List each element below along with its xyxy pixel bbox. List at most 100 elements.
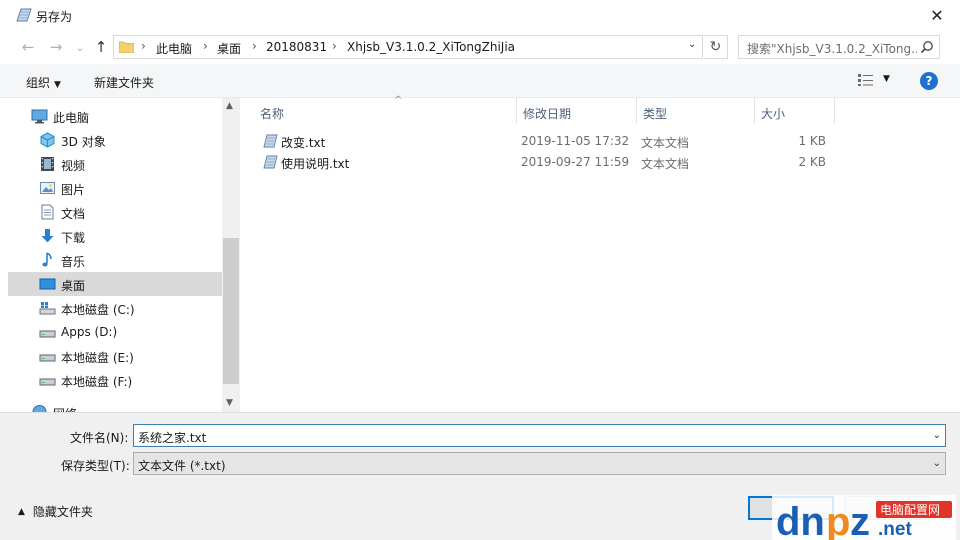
video-icon xyxy=(41,157,54,171)
filename-input[interactable]: 系统之家.txt ⌄ xyxy=(133,424,946,447)
file-date: 2019-11-05 17:32 xyxy=(521,134,630,148)
column-date-label: 修改日期 xyxy=(523,107,572,121)
sidebar-item-network[interactable]: 网络 xyxy=(8,400,222,412)
text-file-icon xyxy=(263,134,278,148)
sidebar-item-label: 文档 xyxy=(61,207,86,221)
filetype-label: 保存类型(T): xyxy=(61,459,130,473)
breadcrumb-separator: › xyxy=(141,39,146,53)
filename-value[interactable]: 系统之家.txt xyxy=(138,429,206,446)
sidebar-item-desktop[interactable]: 桌面 xyxy=(8,272,222,296)
scrollbar-thumb[interactable] xyxy=(223,238,239,384)
file-size: 2 KB xyxy=(798,155,826,169)
dialog-title: 另存为 xyxy=(36,10,73,24)
breadcrumb-item[interactable]: 20180831 xyxy=(266,40,327,54)
sidebar-item-downloads[interactable]: 下载 xyxy=(8,224,222,248)
address-bar[interactable]: › 此电脑 › 桌面 › 20180831 › Xhjsb_V3.1.0.2_X… xyxy=(113,35,703,59)
download-icon xyxy=(41,229,54,243)
breadcrumb-separator: › xyxy=(203,39,208,53)
navigation-pane: 此电脑 3D 对象 视频 图片 文档 下载 音乐 桌面 本地磁盘 (C:) Ap… xyxy=(8,98,240,412)
sidebar-item-drive-c[interactable]: 本地磁盘 (C:) xyxy=(8,296,222,320)
chevron-down-icon[interactable]: ⌄ xyxy=(933,458,941,469)
save-options-panel: 文件名(N): 系统之家.txt ⌄ 保存类型(T): 文本文件 (*.txt)… xyxy=(0,412,960,540)
svg-text:.net: .net xyxy=(878,519,912,540)
column-header-type[interactable]: 类型 xyxy=(637,98,755,124)
forward-button[interactable]: → xyxy=(46,38,66,56)
sidebar-item-label: 此电脑 xyxy=(53,111,90,125)
file-name: 改变.txt xyxy=(281,136,326,150)
column-header-date[interactable]: 修改日期 xyxy=(517,98,637,124)
sidebar-item-3d-objects[interactable]: 3D 对象 xyxy=(8,128,222,152)
sidebar-item-pictures[interactable]: 图片 xyxy=(8,176,222,200)
search-icon xyxy=(920,41,933,54)
sidebar-item-label: Apps (D:) xyxy=(61,325,118,339)
sidebar-item-drive-d[interactable]: Apps (D:) xyxy=(8,320,222,344)
file-row[interactable]: 改变.txt 2019-11-05 17:32 文本文档 1 KB xyxy=(240,131,840,151)
sidebar-item-label: 本地磁盘 (C:) xyxy=(61,303,135,317)
command-toolbar: 组织 ▼ 新建文件夹 ▼ ? xyxy=(0,64,960,98)
chevron-down-icon[interactable]: ⌄ xyxy=(933,430,941,441)
sidebar-item-drive-f[interactable]: 本地磁盘 (F:) xyxy=(8,368,222,392)
navigation-bar: ← → ⌄ ↑ › 此电脑 › 桌面 › 20180831 › Xhjsb_V3… xyxy=(0,32,960,62)
sidebar-item-documents[interactable]: 文档 xyxy=(8,200,222,224)
help-icon[interactable]: ? xyxy=(920,72,938,90)
svg-text:z: z xyxy=(850,500,870,540)
scroll-up-icon[interactable]: ▲ xyxy=(226,101,233,111)
pictures-icon xyxy=(40,182,55,194)
refresh-button[interactable]: ↻ xyxy=(704,35,728,59)
view-dropdown-icon[interactable]: ▼ xyxy=(883,74,890,84)
filetype-select[interactable]: 文本文件 (*.txt) ⌄ xyxy=(133,452,946,475)
sidebar-item-label: 本地磁盘 (E:) xyxy=(61,351,134,365)
sidebar-item-videos[interactable]: 视频 xyxy=(8,152,222,176)
file-name: 使用说明.txt xyxy=(281,157,350,171)
sidebar-item-label: 桌面 xyxy=(61,279,86,293)
scroll-down-icon[interactable]: ▼ xyxy=(226,398,233,408)
new-folder-button[interactable]: 新建文件夹 xyxy=(94,74,154,91)
address-dropdown-icon[interactable]: ⌄ xyxy=(688,39,696,50)
breadcrumb-item[interactable]: 桌面 xyxy=(217,40,241,57)
column-size-label: 大小 xyxy=(761,107,786,121)
up-button[interactable]: ↑ xyxy=(91,38,111,56)
title-bar: 另存为 ✕ xyxy=(0,0,960,30)
breadcrumb-item[interactable]: 此电脑 xyxy=(156,40,192,57)
file-type: 文本文档 xyxy=(641,136,690,150)
hide-folders-toggle[interactable]: ▲ 隐藏文件夹 xyxy=(18,503,93,520)
file-date: 2019-09-27 11:59 xyxy=(521,155,630,169)
documents-icon xyxy=(41,204,54,220)
caret-up-icon: ▲ xyxy=(18,506,25,517)
sidebar-item-label: 图片 xyxy=(61,183,86,197)
svg-text:p: p xyxy=(826,500,850,540)
recent-locations-button[interactable]: ⌄ xyxy=(70,38,90,56)
column-type-label: 类型 xyxy=(643,107,668,121)
file-row[interactable]: 使用说明.txt 2019-09-27 11:59 文本文档 2 KB xyxy=(240,152,840,172)
sidebar-item-drive-e[interactable]: 本地磁盘 (E:) xyxy=(8,344,222,368)
sidebar-item-this-pc[interactable]: 此电脑 xyxy=(8,104,222,128)
system-drive-icon xyxy=(39,302,56,315)
network-icon xyxy=(32,405,47,412)
column-header-size[interactable]: 大小 xyxy=(755,98,835,124)
view-options-icon[interactable] xyxy=(857,73,875,87)
organize-menu[interactable]: 组织 ▼ xyxy=(26,74,61,91)
svg-text:电脑配置网: 电脑配置网 xyxy=(880,503,940,517)
search-input[interactable]: 搜索"Xhjsb_V3.1.0.2_XiTong... xyxy=(747,40,917,57)
sidebar-item-label: 下载 xyxy=(61,231,86,245)
drive-icon xyxy=(39,330,56,338)
close-icon: ✕ xyxy=(930,5,944,25)
up-arrow-icon: ↑ xyxy=(94,38,108,56)
hide-folders-label: 隐藏文件夹 xyxy=(32,505,93,519)
search-box[interactable]: 搜索"Xhjsb_V3.1.0.2_XiTong... xyxy=(738,35,940,59)
column-name-label: 名称 xyxy=(260,107,285,121)
file-type: 文本文档 xyxy=(641,157,690,171)
breadcrumb-item[interactable]: Xhjsb_V3.1.0.2_XiTongZhiJia xyxy=(347,40,515,54)
sidebar-scrollbar[interactable]: ▲ ▼ xyxy=(222,98,240,412)
chevron-down-icon: ⌄ xyxy=(75,40,85,54)
forward-arrow-icon: → xyxy=(49,38,63,56)
file-list: 名称 ^ 修改日期 类型 大小 改变.txt 2019-11-05 17:32 … xyxy=(240,95,950,412)
refresh-icon: ↻ xyxy=(709,39,722,55)
sidebar-item-label: 网络 xyxy=(53,405,77,412)
back-button[interactable]: ← xyxy=(18,38,38,56)
sidebar-item-music[interactable]: 音乐 xyxy=(8,248,222,272)
svg-text:dn: dn xyxy=(776,500,825,540)
close-button[interactable]: ✕ xyxy=(924,3,950,27)
column-header-name[interactable]: 名称 ^ xyxy=(254,95,517,124)
drive-icon xyxy=(39,378,56,386)
